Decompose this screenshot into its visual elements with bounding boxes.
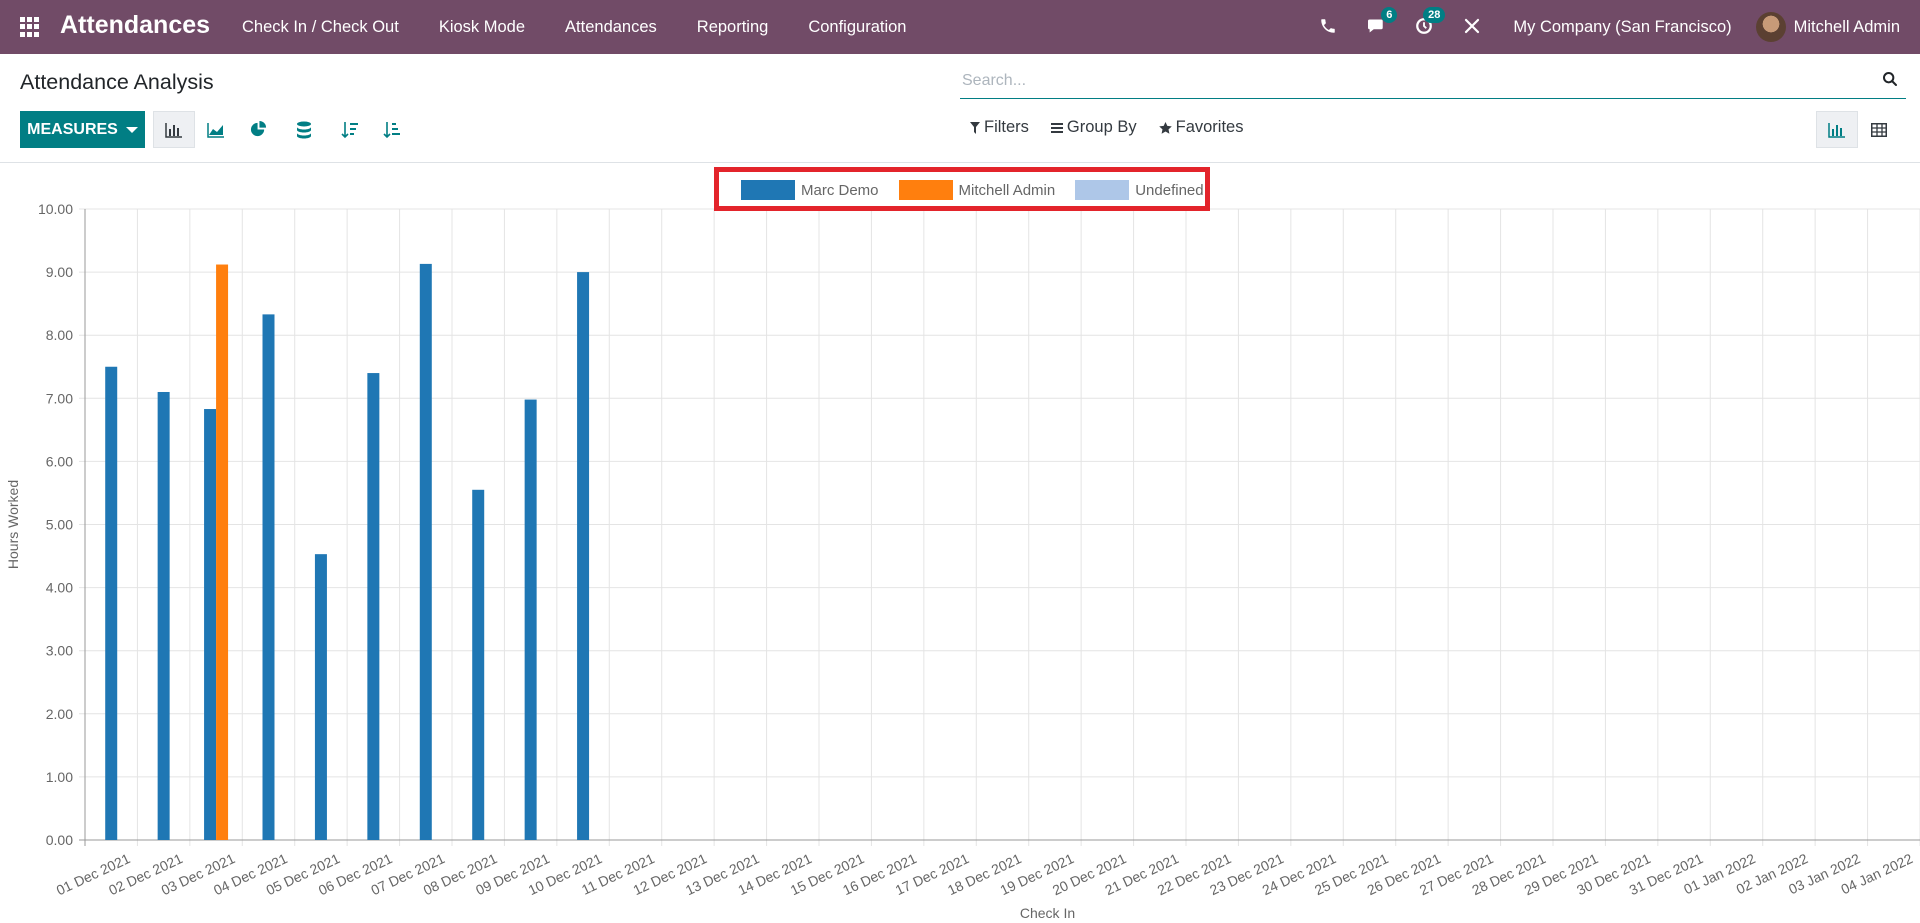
- bar: [419, 263, 432, 841]
- menu-check-in-check-out[interactable]: Check In / Check Out: [222, 18, 419, 37]
- messages-icon[interactable]: 6: [1367, 7, 1398, 37]
- bar: [367, 373, 380, 840]
- legend-swatch: [898, 180, 953, 200]
- legend-item-undefined[interactable]: Undefined: [1075, 180, 1204, 200]
- measures-label: MEASURES: [27, 120, 118, 138]
- x-axis-title: Check In: [1020, 905, 1075, 921]
- filter-icon: [970, 121, 980, 134]
- pie-chart-icon[interactable]: [237, 111, 279, 148]
- legend-label: Marc Demo: [801, 181, 879, 199]
- top-navbar: Attendances Check In / Check Out Kiosk M…: [0, 0, 1920, 54]
- legend-label: Undefined: [1135, 181, 1204, 199]
- bar: [472, 489, 485, 840]
- group-by-icon: [1050, 122, 1063, 133]
- y-tick-label: 6.00: [46, 453, 73, 469]
- y-tick-label: 2.00: [46, 706, 73, 722]
- menu-configuration[interactable]: Configuration: [788, 18, 926, 37]
- sort-descending-icon[interactable]: [329, 111, 371, 148]
- graph-tools: [153, 111, 413, 148]
- activities-badge: 28: [1423, 7, 1446, 23]
- menu-attendances[interactable]: Attendances: [545, 18, 677, 37]
- view-switcher: [1816, 111, 1900, 148]
- graph-view-icon[interactable]: [1816, 111, 1858, 148]
- activities-icon[interactable]: 28: [1415, 7, 1446, 37]
- user-avatar[interactable]: [1755, 12, 1786, 42]
- apps-menu-icon[interactable]: [20, 17, 40, 37]
- debug-tools-icon[interactable]: [1463, 17, 1483, 37]
- legend-item-marc-demo[interactable]: Marc Demo: [741, 180, 879, 200]
- legend-label: Mitchell Admin: [958, 181, 1056, 199]
- search-bar: [960, 66, 1906, 99]
- sort-ascending-icon[interactable]: [371, 111, 413, 148]
- search-input[interactable]: [960, 66, 1860, 96]
- main-menu: Check In / Check Out Kiosk Mode Attendan…: [222, 0, 926, 54]
- phone-icon[interactable]: [1319, 17, 1339, 37]
- y-tick-label: 4.00: [46, 580, 73, 596]
- favorites-dropdown[interactable]: Favorites: [1158, 118, 1244, 137]
- y-tick-label: 10.00: [38, 201, 73, 217]
- systray: 6 28 My Company (San Francisco) Mitchell…: [1305, 0, 1920, 54]
- company-switcher[interactable]: My Company (San Francisco): [1513, 18, 1731, 37]
- y-tick-label: 5.00: [46, 517, 73, 533]
- bar: [157, 391, 170, 840]
- app-name[interactable]: Attendances: [60, 11, 210, 40]
- y-tick-label: 8.00: [46, 327, 73, 343]
- legend-swatch: [1075, 180, 1130, 200]
- bar: [314, 554, 327, 840]
- bar: [204, 409, 217, 840]
- filters-label: Filters: [984, 118, 1029, 136]
- group-by-label: Group By: [1066, 118, 1137, 136]
- y-tick-label: 9.00: [46, 264, 73, 280]
- filters-dropdown[interactable]: Filters: [970, 118, 1029, 137]
- stacked-icon[interactable]: [283, 111, 325, 148]
- pivot-view-icon[interactable]: [1858, 111, 1900, 148]
- bar: [216, 264, 229, 840]
- group-by-dropdown[interactable]: Group By: [1050, 118, 1137, 137]
- bar: [262, 314, 275, 840]
- messages-badge: 6: [1381, 7, 1398, 23]
- legend-item-mitchell-admin[interactable]: Mitchell Admin: [898, 180, 1056, 200]
- star-icon: [1158, 121, 1172, 134]
- bar: [577, 272, 590, 841]
- favorites-label: Favorites: [1175, 118, 1244, 136]
- menu-kiosk-mode[interactable]: Kiosk Mode: [419, 18, 545, 37]
- menu-reporting[interactable]: Reporting: [677, 18, 789, 37]
- y-axis-title: Hours Worked: [5, 480, 21, 569]
- search-options: Filters Group By Favorites: [970, 118, 1265, 137]
- user-menu[interactable]: Mitchell Admin: [1794, 18, 1900, 37]
- bar-chart-icon[interactable]: [153, 111, 195, 148]
- graph-container: 0.00 1.00 2.00 3.00 4.00 5.00 6.00 7.00 8.00 9.00…: [0, 163, 1920, 923]
- measures-button[interactable]: MEASURES: [20, 111, 145, 148]
- chart-legend: Marc Demo Mitchell Admin Undefined: [714, 167, 1210, 211]
- bar: [524, 399, 537, 840]
- line-chart-icon[interactable]: [195, 111, 237, 148]
- y-tick-label: 3.00: [46, 643, 73, 659]
- y-tick-label: 1.00: [46, 769, 73, 785]
- bar-chart: 0.00 1.00 2.00 3.00 4.00 5.00 6.00 7.00 8.00 9.00…: [5, 201, 1920, 921]
- legend-swatch: [741, 180, 795, 200]
- search-icon[interactable]: [1882, 71, 1900, 89]
- y-tick-label: 7.00: [46, 390, 73, 406]
- bar: [105, 366, 118, 840]
- caret-down-icon: [125, 126, 138, 133]
- page-title: Attendance Analysis: [20, 70, 214, 94]
- y-tick-label: 0.00: [46, 832, 73, 848]
